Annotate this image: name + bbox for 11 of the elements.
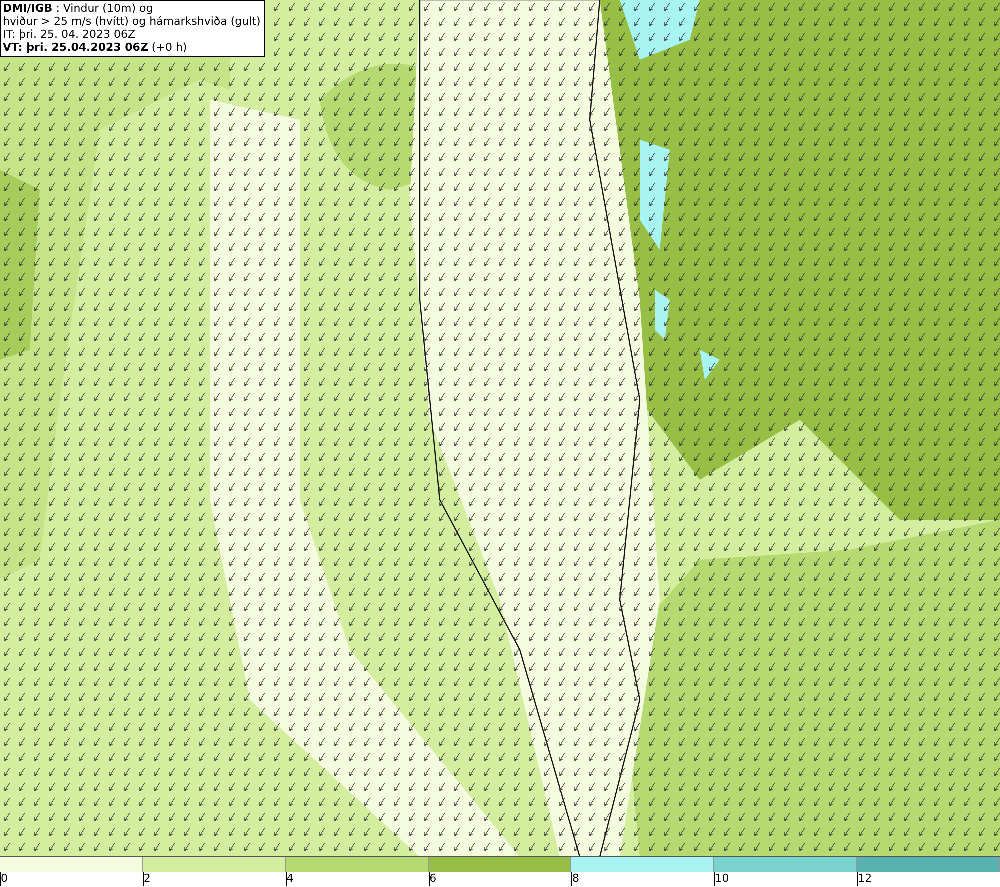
legend-tick-label: 8 [571,872,580,886]
title-line: IT: þri. 25. 04. 2023 06Z [3,28,137,41]
legend-tick-label: 0 [0,872,8,886]
legend-tick-label: 10 [714,872,730,886]
legend-tick-label: 4 [286,872,294,886]
legend-tick-label: 2 [142,872,151,886]
title-line: DMI/IGB : Vindur (10m) og [3,2,154,15]
title-line: VT: þri. 25.04.2023 06Z (+0 h) [3,41,188,54]
title-line: hviður > 25 m/s (hvítt) og hámarkshviða (gult) [3,15,261,28]
legend-tick-label: 12 [857,872,872,886]
legend-tick-label: 6 [428,872,437,886]
